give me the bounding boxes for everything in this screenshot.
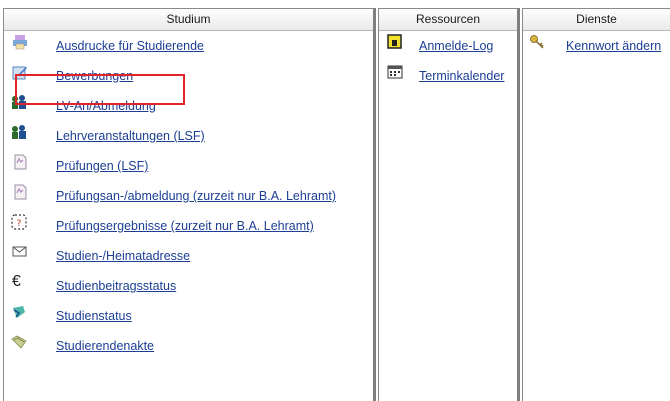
courses-icon: [12, 125, 26, 139]
studium-link-pruefungen[interactable]: Prüfungen (LSF): [56, 159, 148, 173]
studium-link-beitragsstatus[interactable]: Studienbeitragsstatus: [56, 279, 176, 293]
studium-item-beitragsstatus[interactable]: € Studienbeitragsstatus: [4, 271, 373, 301]
envelope-icon: [12, 246, 27, 257]
file-folder-icon: [11, 335, 27, 349]
ressourcen-panel: Ressourcen Anmelde-Log Terminkalender: [378, 8, 520, 401]
svg-text:?: ?: [17, 219, 22, 229]
studium-link-studienstatus[interactable]: Studienstatus: [56, 309, 132, 323]
results-icon: ?: [11, 214, 27, 230]
edit-form-icon: [12, 66, 27, 80]
studium-item-ausdrucke[interactable]: Ausdrucke für Studierende: [4, 31, 373, 61]
studium-link-pruefungsanmeldung[interactable]: Prüfungsan-/abmeldung (zurzeit nur B.A. …: [56, 189, 336, 203]
studium-item-pruefungsanmeldung[interactable]: Prüfungsan-/abmeldung (zurzeit nur B.A. …: [4, 181, 373, 211]
studium-link-lehrveranstaltungen[interactable]: Lehrveranstaltungen (LSF): [56, 129, 205, 143]
studium-item-lv-anmeldung[interactable]: LV-An/Abmeldung: [4, 91, 373, 121]
studium-link-pruefungsergebnisse[interactable]: Prüfungsergebnisse (zurzeit nur B.A. Leh…: [56, 219, 314, 233]
studium-link-adresse[interactable]: Studien-/Heimatadresse: [56, 249, 190, 263]
studium-item-adresse[interactable]: Studien-/Heimatadresse: [4, 241, 373, 271]
exam-document-icon: [14, 184, 27, 200]
key-icon: [530, 35, 544, 49]
studium-header: Studium: [4, 9, 373, 31]
ressourcen-link-anmelde-log[interactable]: Anmelde-Log: [419, 39, 493, 53]
studium-item-studierendenakte[interactable]: Studierendenakte: [4, 331, 373, 361]
log-icon: [387, 34, 402, 49]
printer-icon: [13, 35, 27, 50]
ressourcen-link-terminkalender[interactable]: Terminkalender: [419, 69, 504, 83]
studium-item-bewerbungen[interactable]: Bewerbungen: [4, 61, 373, 91]
studium-item-pruefungsergebnisse[interactable]: ? Prüfungsergebnisse (zurzeit nur B.A. L…: [4, 211, 373, 241]
calendar-icon: [387, 65, 403, 79]
dienste-header: Dienste: [523, 9, 670, 31]
status-icon: [13, 306, 25, 318]
studium-item-studienstatus[interactable]: Studienstatus: [4, 301, 373, 331]
studium-panel: Studium Ausdrucke für Studierende Bewerb…: [3, 8, 376, 401]
exam-document-icon: [14, 154, 27, 170]
ressourcen-item-terminkalender[interactable]: Terminkalender: [379, 61, 517, 91]
studium-item-lehrveranstaltungen[interactable]: Lehrveranstaltungen (LSF): [4, 121, 373, 151]
euro-icon: €: [12, 273, 21, 290]
dienste-panel: Dienste Kennwort ändern: [522, 8, 670, 401]
dienste-item-kennwort[interactable]: Kennwort ändern: [523, 31, 670, 61]
ressourcen-header: Ressourcen: [379, 9, 517, 31]
studium-link-bewerbungen[interactable]: Bewerbungen: [56, 69, 133, 83]
studium-link-studierendenakte[interactable]: Studierendenakte: [56, 339, 154, 353]
dienste-link-kennwort[interactable]: Kennwort ändern: [566, 39, 661, 53]
studium-link-lv-anmeldung[interactable]: LV-An/Abmeldung: [56, 99, 156, 113]
studium-link-ausdrucke[interactable]: Ausdrucke für Studierende: [56, 39, 204, 53]
ressourcen-item-anmelde-log[interactable]: Anmelde-Log: [379, 31, 517, 61]
studium-item-pruefungen[interactable]: Prüfungen (LSF): [4, 151, 373, 181]
course-registration-icon: [12, 95, 26, 109]
